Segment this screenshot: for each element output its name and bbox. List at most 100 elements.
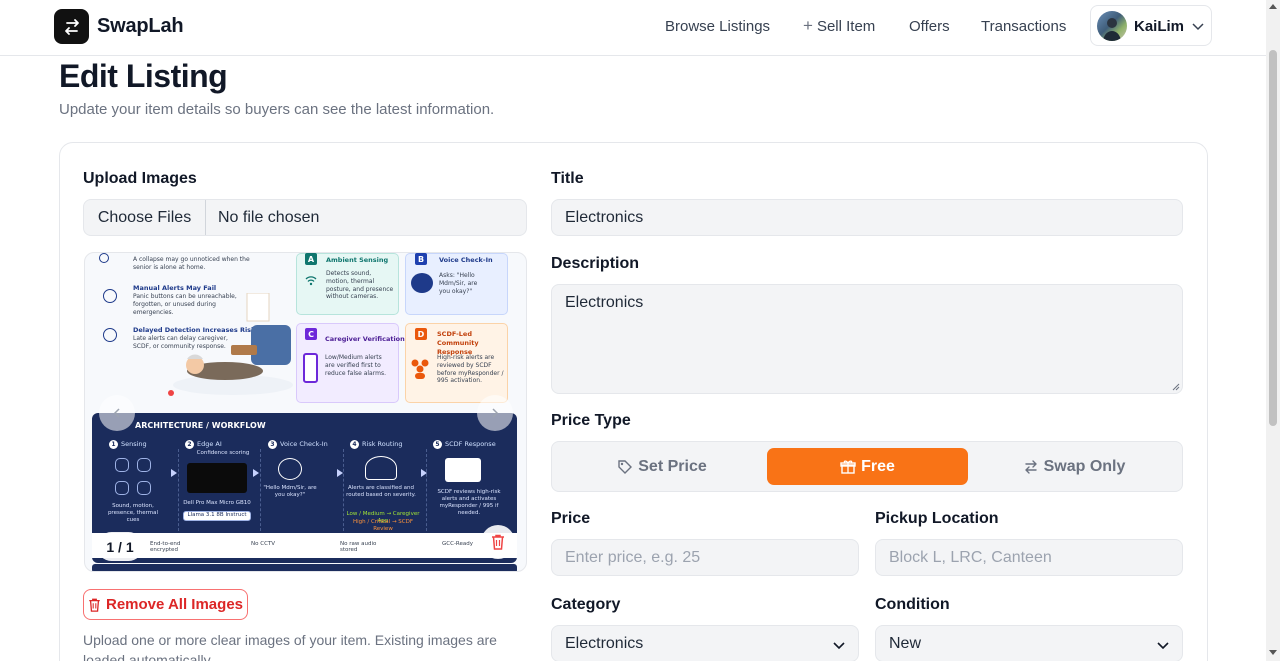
condition-label: Condition — [875, 596, 950, 613]
chevron-down-icon — [1191, 19, 1205, 38]
senior-fall-illustration-icon — [168, 293, 293, 396]
feature-badge-b: B — [415, 253, 427, 265]
alert-icon — [99, 253, 109, 263]
set-price-label: Set Price — [638, 457, 707, 475]
footer-no-raw-audio: No raw audio stored — [340, 541, 377, 553]
delete-image-button[interactable] — [481, 525, 515, 559]
scroll-down-arrow-icon[interactable] — [1269, 650, 1277, 655]
scroll-up-arrow-icon[interactable] — [1269, 4, 1277, 9]
brand-name[interactable]: SwapLah — [97, 15, 184, 38]
clock-icon — [103, 328, 117, 342]
swap-logo-icon[interactable] — [54, 9, 89, 44]
price-type-set-price[interactable]: Set Price — [562, 448, 762, 485]
plus-icon: + — [803, 16, 813, 35]
wifi-sensor-icon — [305, 276, 317, 286]
price-type-label: Price Type — [551, 412, 631, 429]
condition-value: New — [889, 634, 922, 652]
workflow-step-1: 1 Sensing — [109, 440, 147, 449]
category-label: Category — [551, 596, 621, 613]
image-counter: 1 / 1 — [97, 532, 143, 561]
price-type-selector: Set Price Free Swap Only — [551, 441, 1183, 492]
feature-text-a: Detects sound, motion, thermal posture, … — [326, 270, 394, 301]
bottom-tabs-strip — [92, 564, 517, 571]
routing-high-text: High / Critical → SCDF Review — [352, 519, 414, 533]
thermal-sensor-icon — [115, 481, 129, 495]
avatar — [1097, 11, 1127, 41]
workflow-divider — [178, 449, 179, 531]
description-textarea[interactable]: Electronics — [551, 284, 1183, 394]
feature-head-b: Voice Check-In — [439, 256, 493, 264]
workflow-step-2-sub: Dell Pro Max Micro GB10 — [183, 500, 251, 506]
dell-device-icon — [187, 463, 247, 493]
workflow-divider — [426, 449, 427, 531]
phone-check-icon — [303, 353, 318, 383]
speech-bubble-icon — [411, 273, 433, 293]
footer-encrypted: End-to-end encrypted — [150, 541, 181, 553]
upload-images-label: Upload Images — [83, 170, 197, 187]
motion-sensor-icon — [137, 458, 151, 472]
workflow-divider — [260, 449, 261, 531]
trash-icon — [89, 598, 100, 612]
workflow-step-3-sub: "Hello Mdm/Sir, are you okay?" — [263, 485, 317, 499]
chat-bubble-icon — [278, 458, 302, 480]
category-select[interactable]: Electronics — [551, 625, 859, 661]
feature-text-d: High-risk alerts are reviewed by SCDF be… — [437, 354, 504, 385]
user-menu[interactable]: KaiLim — [1090, 5, 1212, 46]
price-input[interactable]: Enter price, e.g. 25 — [551, 539, 859, 576]
description-value: Electronics — [565, 294, 644, 311]
image-preview: A collapse may go unnoticed when the sen… — [84, 252, 527, 572]
remove-all-images-label: Remove All Images — [106, 596, 243, 613]
feature-head-a: Ambient Sensing — [326, 256, 389, 264]
trash-icon — [492, 534, 504, 550]
page-title: Edit Listing — [59, 58, 228, 94]
feature-text-b: Asks: "Hello Mdm/Sir, are you okay?" — [439, 272, 478, 295]
nav-transactions[interactable]: Transactions — [981, 18, 1066, 35]
community-people-icon — [411, 359, 429, 379]
file-status: No file chosen — [218, 208, 320, 226]
broadcast-icon — [103, 289, 117, 303]
price-type-swap-only[interactable]: Swap Only — [974, 448, 1174, 485]
nav-sell-item[interactable]: + Sell Item — [803, 16, 875, 36]
presence-sensor-icon — [137, 481, 151, 495]
price-label: Price — [551, 510, 591, 527]
workflow-step-3: 3 Voice Check-In — [268, 440, 328, 449]
title-label: Title — [551, 170, 584, 187]
pickup-location-input[interactable]: Block L, LRC, Canteen — [875, 539, 1183, 576]
model-tag: Llama 3.1 8B Instruct — [183, 511, 251, 521]
page-scrollbar[interactable] — [1266, 0, 1280, 661]
preview-problem-head-2: Manual Alerts May Fail — [133, 284, 217, 292]
sound-sensor-icon — [115, 458, 129, 472]
workflow-step-2: 2 Edge AI — [185, 440, 222, 449]
ambulance-icon — [445, 458, 481, 482]
next-image-button[interactable] — [477, 395, 513, 431]
nav-browse-listings[interactable]: Browse Listings — [665, 18, 770, 35]
upload-help-text: Upload one or more clear images of your … — [83, 632, 497, 661]
choose-files-button[interactable]: Choose Files — [84, 200, 206, 235]
feature-badge-c: C — [305, 328, 317, 340]
workflow-step-4-sub: Alerts are classified and routed based o… — [346, 485, 416, 499]
workflow-arrow-icon — [171, 469, 177, 477]
remove-all-images-button[interactable]: Remove All Images — [83, 589, 248, 620]
condition-select[interactable]: New — [875, 625, 1183, 661]
chevron-left-icon — [113, 408, 120, 418]
chevron-right-icon — [492, 408, 499, 418]
workflow-divider — [343, 449, 344, 531]
pickup-location-label: Pickup Location — [875, 510, 999, 527]
workflow-step-4: 4 Risk Routing — [350, 440, 402, 449]
title-input[interactable]: Electronics — [551, 199, 1183, 236]
nav-sell-item-label: Sell Item — [816, 18, 876, 35]
workflow-step-5-sub: SCDF reviews high-risk alerts and activa… — [437, 489, 501, 517]
resize-handle-icon[interactable] — [1171, 382, 1180, 391]
price-type-free[interactable]: Free — [767, 448, 968, 485]
nav-offers[interactable]: Offers — [909, 18, 950, 35]
prev-image-button[interactable] — [99, 395, 135, 431]
workflow-step-5: 5 SCDF Response — [433, 440, 496, 449]
feature-text-c: Low/Medium alerts are verified first to … — [325, 354, 386, 377]
scroll-thumb[interactable] — [1269, 50, 1277, 426]
file-input[interactable]: Choose Files No file chosen — [83, 199, 527, 236]
top-navbar: SwapLah Browse Listings + Sell Item Offer… — [0, 0, 1266, 56]
feature-badge-d: D — [415, 328, 427, 340]
workflow-step-1-sub: Sound, motion, presence, thermal cues — [107, 503, 159, 524]
cloud-lock-icon — [365, 456, 397, 480]
footer-no-cctv: No CCTV — [251, 541, 276, 547]
